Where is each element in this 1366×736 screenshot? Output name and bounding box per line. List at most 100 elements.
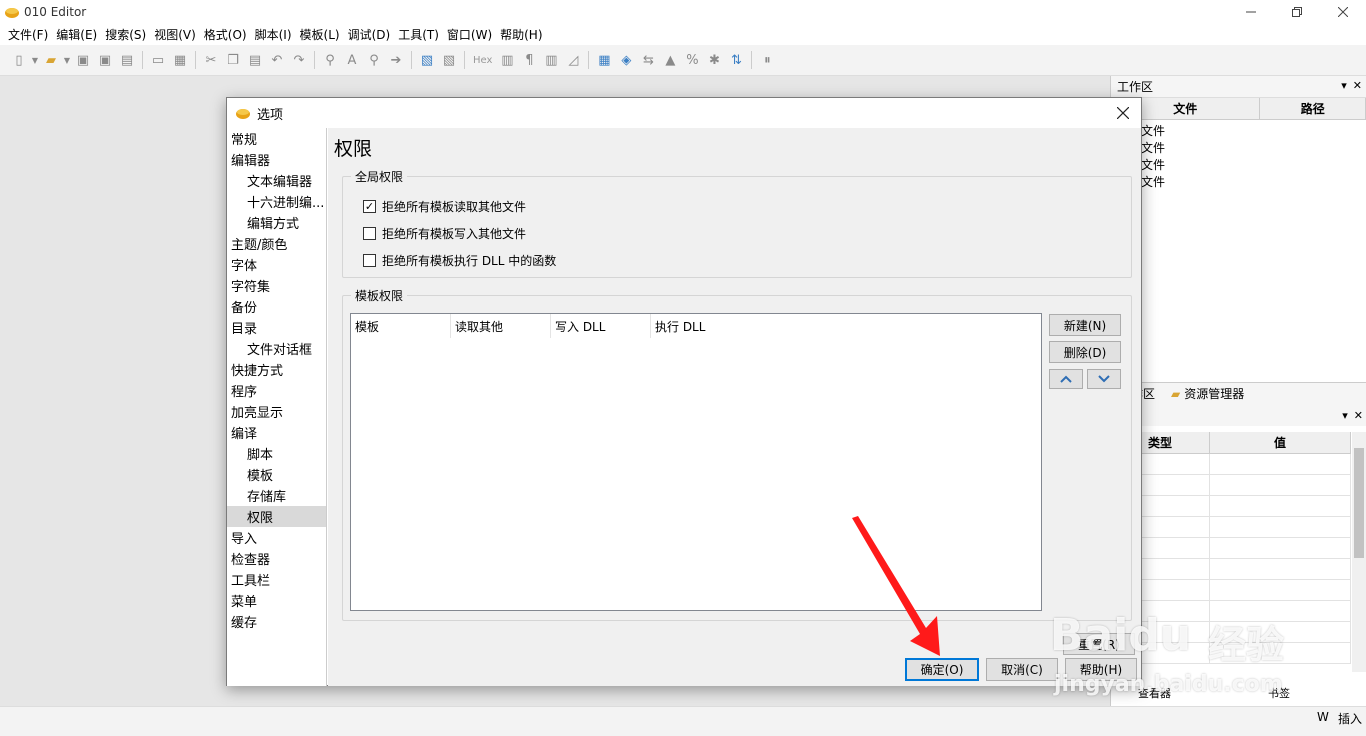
nav-item[interactable]: 文本编辑器 xyxy=(227,170,326,191)
col-read-other[interactable]: 读取其他 xyxy=(451,314,551,338)
print-icon[interactable]: ▦ xyxy=(169,49,191,71)
cut-icon[interactable]: ✂ xyxy=(200,49,222,71)
nav-item[interactable]: 导入 xyxy=(227,527,326,548)
lines-icon[interactable]: ▥ xyxy=(540,49,562,71)
minimize-button[interactable] xyxy=(1228,0,1274,23)
compare-icon[interactable]: ⇆ xyxy=(637,49,659,71)
help-button[interactable]: 帮助(H) xyxy=(1065,658,1137,681)
menu-view[interactable]: 视图(V) xyxy=(150,26,200,43)
workspace-item[interactable]: 藏的文件 xyxy=(1111,139,1366,156)
hex-toggle-button[interactable]: Hex xyxy=(469,55,496,66)
dropdown-icon[interactable]: ▾ xyxy=(1342,409,1348,422)
nav-item[interactable]: 菜单 xyxy=(227,590,326,611)
scrollbar[interactable] xyxy=(1352,432,1366,672)
nav-item[interactable]: 编辑器 xyxy=(227,149,326,170)
ok-button[interactable]: 确定(O) xyxy=(905,658,979,681)
nav-item[interactable]: 十六进制编... xyxy=(227,191,326,212)
nav-item[interactable]: 脚本 xyxy=(227,443,326,464)
move-up-button[interactable] xyxy=(1049,369,1083,389)
col-write-dll[interactable]: 写入 DLL xyxy=(551,314,651,338)
nav-item[interactable]: 目录 xyxy=(227,317,326,338)
copy-icon[interactable]: ❐ xyxy=(222,49,244,71)
ruler-icon[interactable]: ◿ xyxy=(562,49,584,71)
new-button[interactable]: 新建(N) xyxy=(1049,314,1121,336)
columns-icon[interactable]: ▥ xyxy=(496,49,518,71)
undo-icon[interactable]: ↶ xyxy=(266,49,288,71)
run-template-icon[interactable]: ▧ xyxy=(416,49,438,71)
workspace-item[interactable]: 近的文件 xyxy=(1111,156,1366,173)
reset-button[interactable]: 重置(R) xyxy=(1063,633,1135,655)
nav-item[interactable]: 编辑方式 xyxy=(227,212,326,233)
nav-item[interactable]: 字体 xyxy=(227,254,326,275)
close-file-icon[interactable]: ▭ xyxy=(147,49,169,71)
menu-file[interactable]: 文件(F) xyxy=(4,26,52,43)
nav-item[interactable]: 文件对话框 xyxy=(227,338,326,359)
paste-icon[interactable]: ▤ xyxy=(244,49,266,71)
nav-item[interactable]: 权限 xyxy=(227,506,326,527)
checkbox-icon[interactable] xyxy=(363,226,376,240)
chevron-down-icon[interactable]: ▼ xyxy=(62,49,72,71)
checksum-icon[interactable]: ✱ xyxy=(703,49,725,71)
col-template[interactable]: 模板 xyxy=(351,314,451,338)
open-folder-icon[interactable]: ▰ xyxy=(40,49,62,71)
bookmark-icon[interactable]: ◈ xyxy=(615,49,637,71)
menu-script[interactable]: 脚本(I) xyxy=(251,26,296,43)
nav-item[interactable]: 常规 xyxy=(227,128,326,149)
nav-item[interactable]: 快捷方式 xyxy=(227,359,326,380)
tab-explorer[interactable]: ▰ 资源管理器 xyxy=(1163,385,1252,402)
redo-icon[interactable]: ↷ xyxy=(288,49,310,71)
histogram-icon[interactable]: ▲ xyxy=(659,49,681,71)
percent-icon[interactable]: % xyxy=(681,49,703,71)
dropdown-icon[interactable]: ▾ xyxy=(1341,79,1347,92)
bottom-tab-bookmarks[interactable]: 书签 xyxy=(1268,685,1290,701)
save-as-icon[interactable]: ▣ xyxy=(94,49,116,71)
chevron-down-icon[interactable]: ▼ xyxy=(30,49,40,71)
nav-item[interactable]: 存储库 xyxy=(227,485,326,506)
nav-item[interactable]: 检查器 xyxy=(227,548,326,569)
column-path[interactable]: 路径 xyxy=(1260,98,1366,119)
nav-item[interactable]: 缓存 xyxy=(227,611,326,632)
save-all-icon[interactable]: ▤ xyxy=(116,49,138,71)
workspace-item[interactable]: 开的文件 xyxy=(1111,122,1366,139)
base-convert-icon[interactable]: ⇅ xyxy=(725,49,747,71)
move-down-button[interactable] xyxy=(1087,369,1121,389)
new-file-icon[interactable]: ▯ xyxy=(8,49,30,71)
menu-help[interactable]: 帮助(H) xyxy=(496,26,546,43)
checkbox-deny-write[interactable]: 拒绝所有模板写入其他文件 xyxy=(363,224,526,242)
nav-item[interactable]: 备份 xyxy=(227,296,326,317)
find-in-files-icon[interactable]: ⚲ xyxy=(363,49,385,71)
nav-item[interactable]: 加亮显示 xyxy=(227,401,326,422)
checkbox-checked-icon[interactable]: ✓ xyxy=(363,199,376,213)
nav-item[interactable]: 编译 xyxy=(227,422,326,443)
close-window-button[interactable] xyxy=(1320,0,1366,23)
checkbox-deny-read[interactable]: ✓ 拒绝所有模板读取其他文件 xyxy=(363,197,526,215)
menu-edit[interactable]: 编辑(E) xyxy=(52,26,101,43)
paragraph-icon[interactable]: ¶ xyxy=(518,49,540,71)
delete-button[interactable]: 删除(D) xyxy=(1049,341,1121,363)
menu-window[interactable]: 窗口(W) xyxy=(443,26,496,43)
replace-icon[interactable]: ꓮ xyxy=(341,49,363,71)
goto-icon[interactable]: ➔ xyxy=(385,49,407,71)
close-icon[interactable]: ✕ xyxy=(1354,409,1363,422)
menu-format[interactable]: 格式(O) xyxy=(200,26,251,43)
menu-search[interactable]: 搜索(S) xyxy=(101,26,150,43)
nav-item[interactable]: 工具栏 xyxy=(227,569,326,590)
col-exec-dll[interactable]: 执行 DLL xyxy=(651,314,751,338)
checkbox-icon[interactable] xyxy=(363,253,376,267)
scrollbar-thumb[interactable] xyxy=(1354,448,1364,558)
nav-item[interactable]: 模板 xyxy=(227,464,326,485)
nav-item[interactable]: 程序 xyxy=(227,380,326,401)
pause-icon[interactable]: ⏸ xyxy=(756,49,778,71)
run-script-icon[interactable]: ▧ xyxy=(438,49,460,71)
save-icon[interactable]: ▣ xyxy=(72,49,94,71)
menu-debug[interactable]: 调试(D) xyxy=(344,26,395,43)
bottom-tab-inspector[interactable]: 查看器 xyxy=(1138,685,1171,701)
menu-template[interactable]: 模板(L) xyxy=(296,26,344,43)
column-value[interactable]: 值 xyxy=(1210,432,1351,453)
dialog-close-button[interactable] xyxy=(1113,103,1133,123)
restore-button[interactable] xyxy=(1274,0,1320,23)
workspace-item[interactable]: 签的文件 xyxy=(1111,173,1366,190)
menu-tools[interactable]: 工具(T) xyxy=(394,26,443,43)
find-icon[interactable]: ⚲ xyxy=(319,49,341,71)
nav-item[interactable]: 字符集 xyxy=(227,275,326,296)
